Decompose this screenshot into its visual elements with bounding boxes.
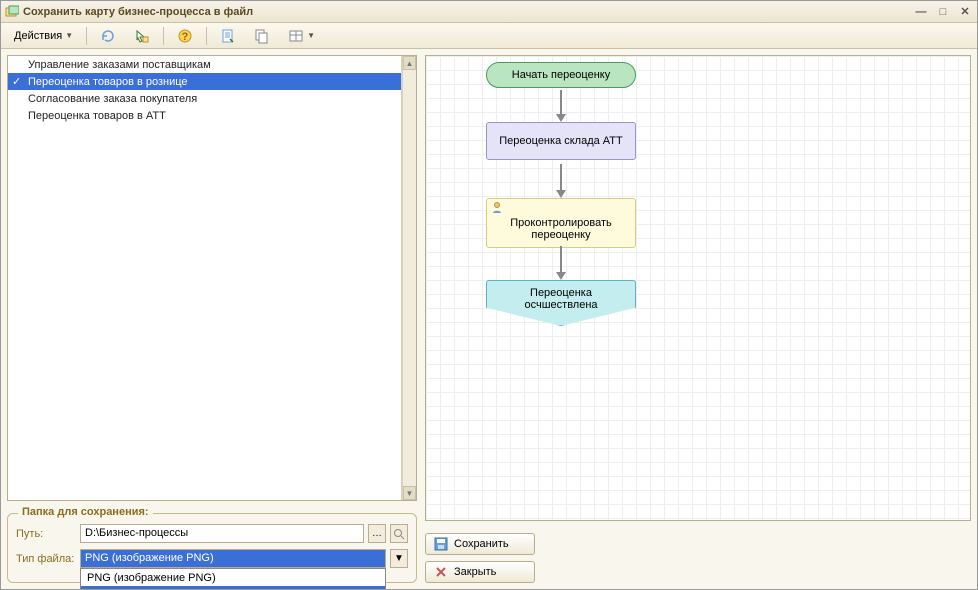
filetype-dropdown: PNG (изображение PNG) GRS (редактируемый… [80,568,386,589]
cursor-icon [134,28,150,44]
diagram-step-node[interactable]: Переоценка склада АТТ [486,122,636,160]
type-input-wrap: PNG (изображение PNG) PNG (изображение P… [80,549,386,568]
close-button-label: Закрыть [454,566,496,578]
list-item[interactable]: Согласование заказа покупателя [8,90,401,107]
chevron-down-icon: ▼ [307,31,315,40]
refresh-button[interactable] [93,26,123,46]
table-icon [288,28,304,44]
left-pane: Управление заказами поставщикам Переоцен… [7,55,417,583]
dropdown-option-label: GRS (редактируемый формат 1С) [87,589,261,590]
diagram-canvas[interactable]: Начать переоценку Переоценка склада АТТ … [425,55,971,521]
diagram-start-node[interactable]: Начать переоценку [486,62,636,88]
copy-icon [254,28,270,44]
save-button-label: Сохранить [454,538,509,550]
process-listbox: Управление заказами поставщикам Переоцен… [7,55,417,501]
action-buttons: Сохранить Закрыть [425,533,971,583]
list-item-label: Переоценка товаров в АТТ [28,110,166,122]
node-label: Проконтролировать переоценку [510,217,611,241]
dropdown-option[interactable]: PNG (изображение PNG) [81,569,385,586]
chevron-down-icon: ▼ [65,31,73,40]
arrow-button[interactable] [127,26,157,46]
user-icon [491,201,503,213]
list-item[interactable]: Переоценка товаров в АТТ [8,107,401,124]
app-window: Сохранить карту бизнес-процесса в файл —… [0,0,978,590]
scroll-up-button[interactable]: ▲ [403,56,416,70]
diagram-end-node[interactable]: Переоценка осчшествлена [486,280,636,326]
save-button[interactable]: Сохранить [425,533,535,555]
diagram-task-node[interactable]: Проконтролировать переоценку [486,198,636,248]
right-pane: Начать переоценку Переоценка склада АТТ … [425,55,971,583]
filetype-select[interactable]: PNG (изображение PNG) [80,549,386,568]
save-panel-legend: Папка для сохранения: [18,506,153,518]
save-icon [434,537,448,551]
close-button[interactable]: Закрыть [425,561,535,583]
copy-button[interactable] [247,26,277,46]
path-row: Путь: D:\Бизнес-процессы … [16,524,408,543]
close-window-button[interactable]: ✕ [957,5,973,19]
doc-button[interactable] [213,26,243,46]
close-icon [434,565,448,579]
node-label: Переоценка [530,287,592,299]
type-label: Тип файла: [16,553,76,565]
path-input-wrap: D:\Бизнес-процессы [80,524,364,543]
diagram-connector [560,164,562,192]
diagram-connector [560,90,562,116]
browse-button[interactable]: … [368,524,386,543]
toolbar: Действия ▼ ? ▼ [1,23,977,49]
node-label: Начать переоценку [512,69,610,81]
titlebar: Сохранить карту бизнес-процесса в файл —… [1,1,977,23]
dropdown-option[interactable]: GRS (редактируемый формат 1С) [81,586,385,589]
list-item[interactable]: Управление заказами поставщикам [8,56,401,73]
node-label: Переоценка склада АТТ [499,135,622,147]
path-label: Путь: [16,528,76,540]
toolbar-separator [206,27,207,45]
arrow-down-icon [556,114,566,122]
content-area: Управление заказами поставщикам Переоцен… [1,49,977,589]
window-controls: — □ ✕ [913,5,973,19]
type-row: Тип файла: PNG (изображение PNG) PNG (из… [16,549,408,568]
toolbar-separator [86,27,87,45]
search-icon [393,528,405,540]
document-icon [220,28,236,44]
maximize-button[interactable]: □ [935,5,951,19]
list-scrollbar[interactable]: ▲ ▼ [402,56,416,500]
table-button[interactable]: ▼ [281,26,322,46]
arrow-down-icon [556,190,566,198]
dropdown-option-label: PNG (изображение PNG) [87,572,216,584]
filetype-dropdown-button[interactable]: ▼ [390,549,408,568]
path-input[interactable]: D:\Бизнес-процессы [80,524,364,543]
search-path-button[interactable] [390,524,408,543]
refresh-icon [100,28,116,44]
arrow-down-icon [556,272,566,280]
list-item-label: Управление заказами поставщикам [28,59,211,71]
list-item[interactable]: Переоценка товаров в рознице [8,73,401,90]
scroll-down-button[interactable]: ▼ [403,486,416,500]
diagram-connector [560,246,562,274]
toolbar-separator [163,27,164,45]
process-list: Управление заказами поставщикам Переоцен… [8,56,402,500]
actions-label: Действия [14,30,62,42]
svg-text:?: ? [182,31,189,43]
actions-menu-button[interactable]: Действия ▼ [7,26,80,46]
window-title: Сохранить карту бизнес-процесса в файл [23,6,913,18]
help-button[interactable]: ? [170,26,200,46]
app-icon [5,5,19,19]
minimize-button[interactable]: — [913,5,929,19]
list-item-label: Согласование заказа покупателя [28,93,197,105]
node-label: осчшествлена [524,299,597,311]
help-icon: ? [177,28,193,44]
list-item-label: Переоценка товаров в рознице [28,76,188,88]
save-panel: Папка для сохранения: Путь: D:\Бизнес-пр… [7,513,417,583]
